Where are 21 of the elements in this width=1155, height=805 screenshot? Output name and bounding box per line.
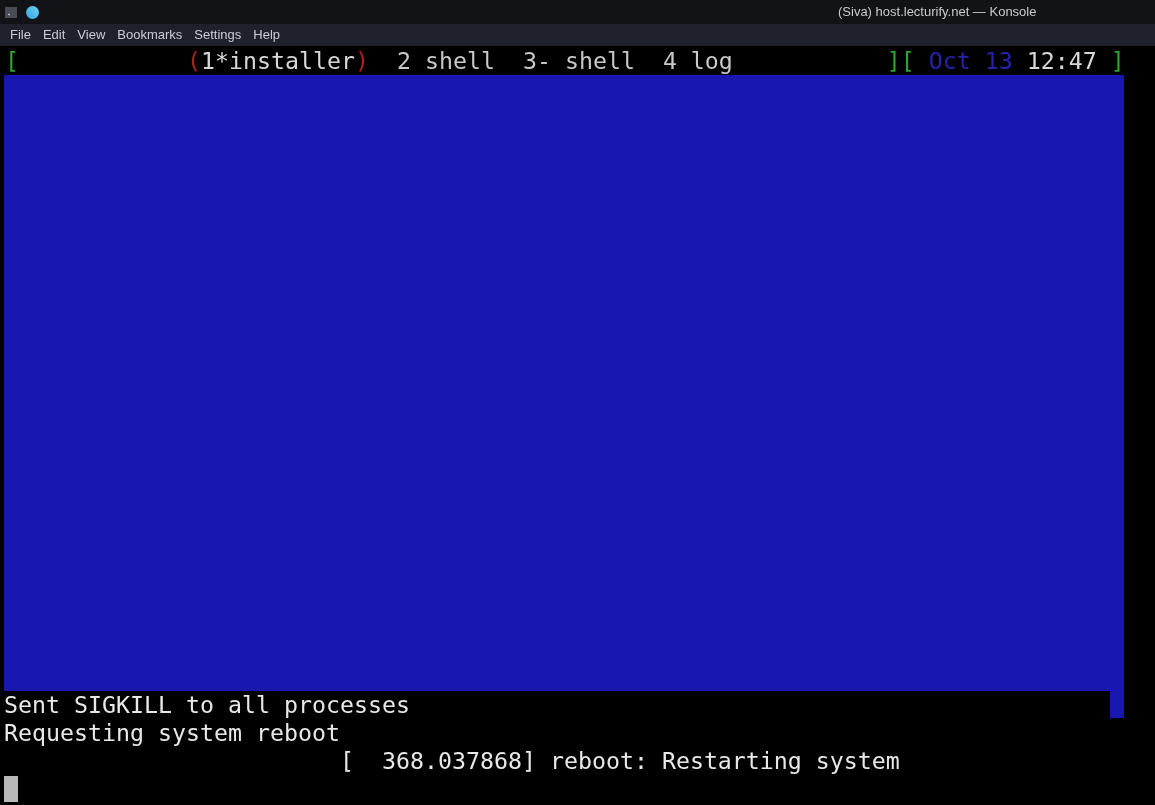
- menu-item[interactable]: Settings: [188, 25, 248, 45]
- date: Oct 13: [928, 46, 1013, 75]
- terminal-line: Requesting system reboot: [4, 719, 340, 747]
- terminal-icon: [5, 6, 17, 18]
- window-tab[interactable]: 2 shell: [396, 46, 495, 75]
- bracket: [: [5, 46, 19, 75]
- window-title: (Siva) host.lecturify.net — Konsole: [838, 3, 1037, 22]
- menu-item[interactable]: File: [4, 25, 37, 45]
- menu-item[interactable]: Help: [247, 25, 287, 45]
- circle-icon[interactable]: [26, 5, 39, 19]
- window-tab[interactable]: (1*installer): [186, 46, 369, 75]
- bracket: ][: [886, 46, 915, 75]
- window-tab[interactable]: 4 log: [662, 46, 733, 75]
- terminal-line: Sent SIGKILL to all processes: [4, 691, 410, 719]
- menu-item[interactable]: Bookmarks: [111, 25, 189, 45]
- menu-item[interactable]: Edit: [36, 25, 72, 45]
- menu-item[interactable]: View: [71, 25, 112, 45]
- terminal-line: [ 368.037868] reboot: Restarting system: [339, 747, 900, 775]
- bracket: ]: [1110, 46, 1125, 75]
- window-tab[interactable]: 3- shell: [522, 46, 635, 75]
- clock-time: 12:47: [1026, 46, 1097, 75]
